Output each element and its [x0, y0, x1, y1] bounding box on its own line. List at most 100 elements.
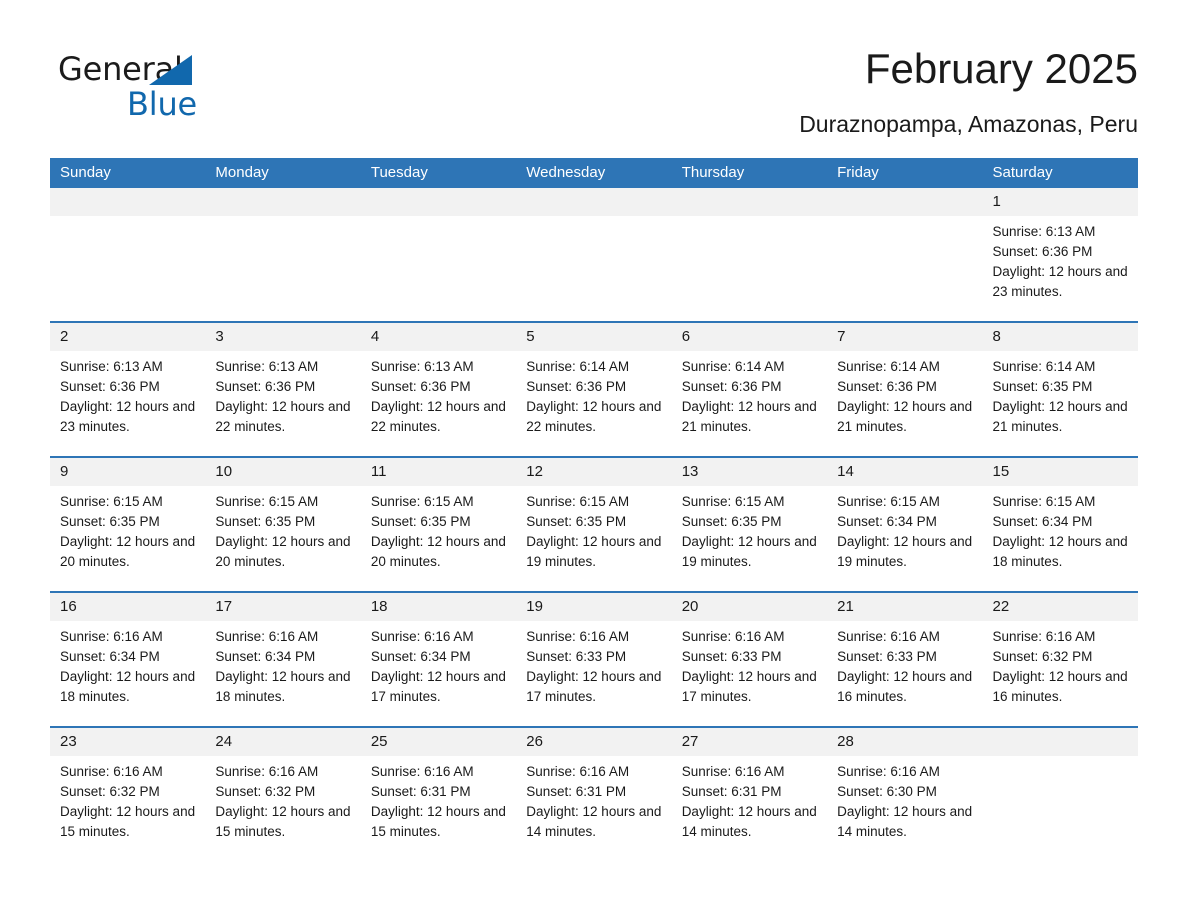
day-number: 2	[50, 323, 206, 351]
daylight-text: Daylight: 12 hours and 21 minutes.	[992, 399, 1128, 434]
sunrise-text: Sunrise: 6:13 AM	[60, 359, 163, 374]
calendar-day-cell[interactable]: 26 Sunrise: 6:16 AM Sunset: 6:31 PM Dayligh…	[516, 728, 672, 861]
sunset-text: Sunset: 6:33 PM	[681, 649, 782, 664]
sunrise-text: Sunrise: 6:15 AM	[60, 494, 163, 509]
calendar-day-cell[interactable]: 18 Sunrise: 6:16 AM Sunset: 6:34 PM Dayligh…	[360, 593, 517, 726]
calendar-day-cell[interactable]: 10 Sunrise: 6:15 AM Sunset: 6:35 PM Dayligh…	[205, 458, 361, 591]
day-details: Sunrise: 6:15 AM Sunset: 6:35 PM Daylight:…	[205, 486, 360, 572]
calendar-day-cell[interactable]: 3 Sunrise: 6:13 AM Sunset: 6:36 PM Daylight…	[205, 323, 361, 456]
daylight-text: Daylight: 12 hours and 18 minutes.	[992, 534, 1128, 569]
sunrise-text: Sunrise: 6:16 AM	[60, 764, 163, 779]
calendar-day-cell[interactable]: 9 Sunrise: 6:15 AM Sunset: 6:35 PM Daylight…	[50, 458, 206, 591]
calendar-day-cell[interactable]: 2 Sunrise: 6:13 AM Sunset: 6:36 PM Daylight…	[50, 323, 206, 456]
day-details: Sunrise: 6:16 AM Sunset: 6:34 PM Daylight:…	[50, 621, 205, 707]
sunrise-text: Sunrise: 6:16 AM	[526, 629, 630, 644]
calendar-day-cell-empty	[205, 188, 361, 321]
page-masthead: General Blue February 2025 Duraznopampa,…	[0, 44, 1188, 144]
day-number: 7	[827, 323, 983, 351]
sunrise-text: Sunrise: 6:15 AM	[681, 494, 785, 509]
day-details: Sunrise: 6:16 AM Sunset: 6:30 PM Daylight:…	[827, 756, 982, 842]
day-details: Sunrise: 6:16 AM Sunset: 6:32 PM Daylight:…	[50, 756, 205, 842]
calendar-day-cell[interactable]: 20 Sunrise: 6:16 AM Sunset: 6:33 PM Dayligh…	[671, 593, 828, 726]
day-number	[982, 728, 1138, 756]
sunrise-text: Sunrise: 6:16 AM	[215, 629, 319, 644]
day-details: Sunrise: 6:14 AM Sunset: 6:36 PM Daylight:…	[516, 351, 671, 437]
sunset-text: Sunset: 6:32 PM	[215, 784, 316, 799]
sunset-text: Sunset: 6:36 PM	[526, 379, 627, 394]
day-number: 22	[982, 593, 1138, 621]
sunset-text: Sunset: 6:36 PM	[370, 379, 471, 394]
sunset-text: Sunset: 6:31 PM	[370, 784, 471, 799]
calendar-day-cell[interactable]: 5 Sunrise: 6:14 AM Sunset: 6:36 PM Daylight…	[516, 323, 672, 456]
daylight-text: Daylight: 12 hours and 20 minutes.	[215, 534, 351, 569]
day-details: Sunrise: 6:13 AM Sunset: 6:36 PM Daylight:…	[50, 351, 205, 437]
calendar-day-cell[interactable]: 23 Sunrise: 6:16 AM Sunset: 6:32 PM Dayligh…	[50, 728, 206, 861]
calendar-day-cell[interactable]: 17 Sunrise: 6:16 AM Sunset: 6:34 PM Dayligh…	[205, 593, 361, 726]
daylight-text: Daylight: 12 hours and 21 minutes.	[681, 399, 817, 434]
day-number: 10	[205, 458, 361, 486]
daylight-text: Daylight: 12 hours and 19 minutes.	[681, 534, 817, 569]
page-title: February 2025	[864, 45, 1138, 92]
calendar-day-cell[interactable]: 22 Sunrise: 6:16 AM Sunset: 6:32 PM Dayligh…	[982, 593, 1138, 726]
calendar-day-cell-empty	[982, 728, 1138, 861]
daylight-text: Daylight: 12 hours and 23 minutes.	[992, 264, 1128, 299]
calendar-day-cell[interactable]: 4 Sunrise: 6:13 AM Sunset: 6:36 PM Daylight…	[360, 323, 517, 456]
sunset-text: Sunset: 6:35 PM	[681, 514, 782, 529]
general-blue-logo[interactable]: General Blue	[50, 44, 250, 124]
calendar-day-cell[interactable]: 13 Sunrise: 6:15 AM Sunset: 6:35 PM Dayligh…	[671, 458, 828, 591]
calendar-week-row: 23 Sunrise: 6:16 AM Sunset: 6:32 PM Dayligh…	[50, 726, 1138, 861]
sunset-text: Sunset: 6:33 PM	[526, 649, 627, 664]
calendar-day-cell[interactable]: 25 Sunrise: 6:16 AM Sunset: 6:31 PM Dayligh…	[360, 728, 517, 861]
sunrise-text: Sunrise: 6:14 AM	[837, 359, 940, 374]
day-details: Sunrise: 6:16 AM Sunset: 6:31 PM Daylight:…	[361, 756, 516, 842]
calendar-day-cell-empty	[827, 188, 983, 321]
calendar-day-cell[interactable]: 14 Sunrise: 6:15 AM Sunset: 6:34 PM Dayligh…	[827, 458, 983, 591]
sunrise-text: Sunrise: 6:16 AM	[60, 629, 163, 644]
calendar-day-cell-empty	[671, 188, 828, 321]
day-number	[205, 188, 361, 216]
weekday-header-wednesday: Wednesday	[526, 164, 606, 181]
calendar-day-cell[interactable]: 7 Sunrise: 6:14 AM Sunset: 6:36 PM Daylight…	[827, 323, 983, 456]
calendar-day-cell[interactable]: 24 Sunrise: 6:16 AM Sunset: 6:32 PM Dayligh…	[205, 728, 361, 861]
calendar-day-cell[interactable]: 16 Sunrise: 6:16 AM Sunset: 6:34 PM Dayligh…	[50, 593, 206, 726]
sunset-text: Sunset: 6:31 PM	[681, 784, 782, 799]
daylight-text: Daylight: 12 hours and 18 minutes.	[215, 669, 351, 704]
day-number: 24	[205, 728, 361, 756]
logo-text-blue: Blue	[127, 85, 198, 123]
day-number: 4	[360, 323, 517, 351]
daylight-text: Daylight: 12 hours and 14 minutes.	[837, 804, 973, 839]
sunset-text: Sunset: 6:34 PM	[992, 514, 1093, 529]
page-subtitle: Duraznopampa, Amazonas, Peru	[799, 111, 1138, 137]
daylight-text: Daylight: 12 hours and 22 minutes.	[215, 399, 351, 434]
day-number: 28	[827, 728, 983, 756]
calendar-day-cell[interactable]: 8 Sunrise: 6:14 AM Sunset: 6:35 PM Daylight…	[982, 323, 1138, 456]
calendar-day-cell[interactable]: 19 Sunrise: 6:16 AM Sunset: 6:33 PM Dayligh…	[516, 593, 672, 726]
weekday-header-thursday: Thursday	[681, 164, 745, 181]
calendar-day-cell[interactable]: 12 Sunrise: 6:15 AM Sunset: 6:35 PM Dayligh…	[516, 458, 672, 591]
sunset-text: Sunset: 6:35 PM	[60, 514, 160, 529]
calendar-day-cell[interactable]: 28 Sunrise: 6:16 AM Sunset: 6:30 PM Dayligh…	[827, 728, 983, 861]
sunrise-text: Sunrise: 6:16 AM	[681, 764, 785, 779]
calendar-day-cell[interactable]: 11 Sunrise: 6:15 AM Sunset: 6:35 PM Dayligh…	[360, 458, 517, 591]
daylight-text: Daylight: 12 hours and 17 minutes.	[681, 669, 817, 704]
daylight-text: Daylight: 12 hours and 15 minutes.	[60, 804, 196, 839]
day-number: 14	[827, 458, 983, 486]
calendar-grid: Sunday Monday Tuesday Wednesday Thursday Frid…	[50, 158, 1138, 861]
calendar-day-cell[interactable]: 1 Sunrise: 6:13 AM Sunset: 6:36 PM Daylight…	[982, 188, 1138, 321]
calendar-page: General Blue February 2025 Duraznopampa,…	[0, 0, 1188, 918]
calendar-day-cell[interactable]: 15 Sunrise: 6:15 AM Sunset: 6:34 PM Dayligh…	[982, 458, 1138, 591]
sunrise-text: Sunrise: 6:16 AM	[681, 629, 785, 644]
day-number: 23	[50, 728, 206, 756]
calendar-day-cell[interactable]: 27 Sunrise: 6:16 AM Sunset: 6:31 PM Dayligh…	[671, 728, 828, 861]
day-number: 13	[671, 458, 828, 486]
day-number: 9	[50, 458, 206, 486]
day-details: Sunrise: 6:15 AM Sunset: 6:35 PM Daylight:…	[361, 486, 516, 572]
sunset-text: Sunset: 6:36 PM	[837, 379, 937, 394]
calendar-day-cell[interactable]: 21 Sunrise: 6:16 AM Sunset: 6:33 PM Dayligh…	[827, 593, 983, 726]
day-details: Sunrise: 6:16 AM Sunset: 6:31 PM Daylight:…	[516, 756, 671, 842]
sunrise-text: Sunrise: 6:13 AM	[215, 359, 319, 374]
sunrise-text: Sunrise: 6:15 AM	[370, 494, 474, 509]
calendar-day-cell[interactable]: 6 Sunrise: 6:14 AM Sunset: 6:36 PM Daylight…	[671, 323, 828, 456]
sunset-text: Sunset: 6:36 PM	[992, 244, 1093, 259]
daylight-text: Daylight: 12 hours and 20 minutes.	[370, 534, 506, 569]
